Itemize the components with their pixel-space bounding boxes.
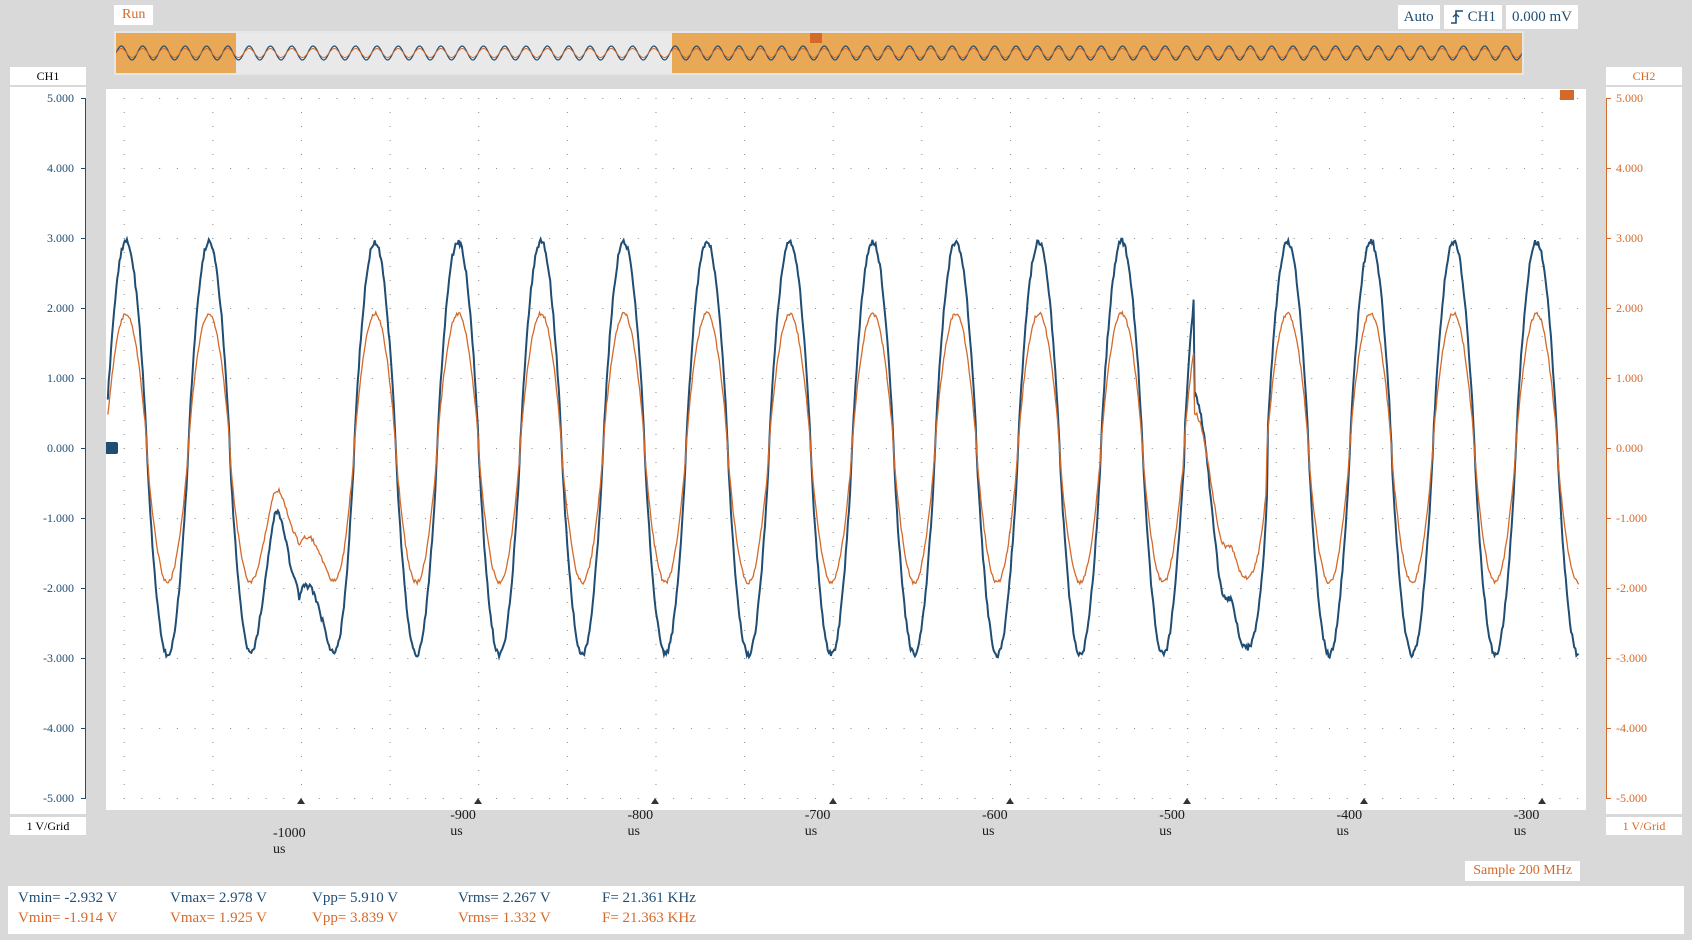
y-tick-label: -5.000 xyxy=(43,791,74,806)
ch2-vrms: Vrms= 1.332 V xyxy=(458,910,551,927)
trigger-level[interactable]: 0.000 mV xyxy=(1506,5,1578,29)
y-tick-label: -4.000 xyxy=(43,721,74,736)
trigger-source[interactable]: CH1 xyxy=(1444,5,1502,29)
sample-rate-label: Sample 200 MHz xyxy=(1465,861,1580,881)
time-tick-label: -300 us xyxy=(1514,808,1540,840)
y-tick-label: 2.000 xyxy=(47,301,74,316)
y-tick-label: -4.000 xyxy=(1616,721,1647,736)
ch1-ground-marker xyxy=(106,442,118,454)
trigger-mode[interactable]: Auto xyxy=(1398,5,1440,29)
ch2-axis-title: CH2 xyxy=(1606,67,1682,85)
y-tick-label: 1.000 xyxy=(1616,371,1643,386)
ch1-vmax: Vmax= 2.978 V xyxy=(170,890,267,907)
y-tick-label: -5.000 xyxy=(1616,791,1647,806)
run-status-label[interactable]: Run xyxy=(114,5,153,25)
time-tick-label: -700 us xyxy=(805,808,831,840)
rising-edge-icon xyxy=(1450,9,1464,25)
ch2-scale[interactable]: 1 V/Grid xyxy=(1606,817,1682,835)
y-tick-label: -3.000 xyxy=(1616,651,1647,666)
y-tick-label: -2.000 xyxy=(43,581,74,596)
y-tick-label: 1.000 xyxy=(47,371,74,386)
grid xyxy=(124,98,1578,799)
y-tick-label: -2.000 xyxy=(1616,581,1647,596)
ch2-vmax: Vmax= 1.925 V xyxy=(170,910,267,927)
trigger-settings: Auto CH1 0.000 mV xyxy=(1398,5,1578,29)
y-tick-label: 5.000 xyxy=(1616,91,1643,106)
y-tick-label: -1.000 xyxy=(43,511,74,526)
y-tick-label: 4.000 xyxy=(1616,161,1643,176)
time-tick-label: -900 us xyxy=(450,808,476,840)
waveform-plot[interactable] xyxy=(106,89,1586,810)
ch1-freq: F= 21.361 KHz xyxy=(602,890,696,907)
trigger-source-label: CH1 xyxy=(1468,7,1496,27)
ch1-scale[interactable]: 1 V/Grid xyxy=(10,817,86,835)
ch1-vmin: Vmin= -2.932 V xyxy=(18,890,117,907)
ch2-freq: F= 21.363 KHz xyxy=(602,910,696,927)
ch1-vrms: Vrms= 2.267 V xyxy=(458,890,551,907)
overview-waveform xyxy=(116,33,1522,73)
series-line-ch1 xyxy=(108,239,1579,658)
y-tick-label: 5.000 xyxy=(47,91,74,106)
y-tick-label: 0.000 xyxy=(47,441,74,456)
ch1-vpp: Vpp= 5.910 V xyxy=(312,890,398,907)
time-tick-label: -400 us xyxy=(1336,808,1362,840)
time-tick-label: -500 us xyxy=(1159,808,1185,840)
ch2-axis: 5.000 4.000 3.000 2.000 1.000 0.000 -1.000 -2.0… xyxy=(1606,87,1682,814)
ch2-vpp: Vpp= 3.839 V xyxy=(312,910,398,927)
measurements-panel: Vmin= -2.932 V Vmax= 2.978 V Vpp= 5.910 … xyxy=(8,886,1684,934)
time-tick-label: -800 us xyxy=(627,808,653,840)
ch2-vmin: Vmin= -1.914 V xyxy=(18,910,117,927)
y-tick-label: 0.000 xyxy=(1616,441,1643,456)
y-tick-label: 3.000 xyxy=(47,231,74,246)
series-line-ch2 xyxy=(108,312,1579,585)
ch2-ref-marker xyxy=(1560,90,1574,100)
record-overview-strip[interactable] xyxy=(114,31,1524,75)
time-tick-label: -600 us xyxy=(982,808,1008,840)
y-tick-label: 4.000 xyxy=(47,161,74,176)
y-tick-label: -1.000 xyxy=(1616,511,1647,526)
y-tick-label: -3.000 xyxy=(43,651,74,666)
y-tick-label: 3.000 xyxy=(1616,231,1643,246)
ch1-axis-title: CH1 xyxy=(10,67,86,85)
waveform-svg xyxy=(106,89,1586,810)
time-tick-label: -1000 us xyxy=(273,826,306,858)
overview-window xyxy=(116,33,236,73)
trigger-position-marker xyxy=(810,33,822,43)
y-tick-label: 2.000 xyxy=(1616,301,1643,316)
ch1-axis: 5.000 4.000 3.000 2.000 1.000 0.000 -1.000 -2.0… xyxy=(10,87,86,814)
